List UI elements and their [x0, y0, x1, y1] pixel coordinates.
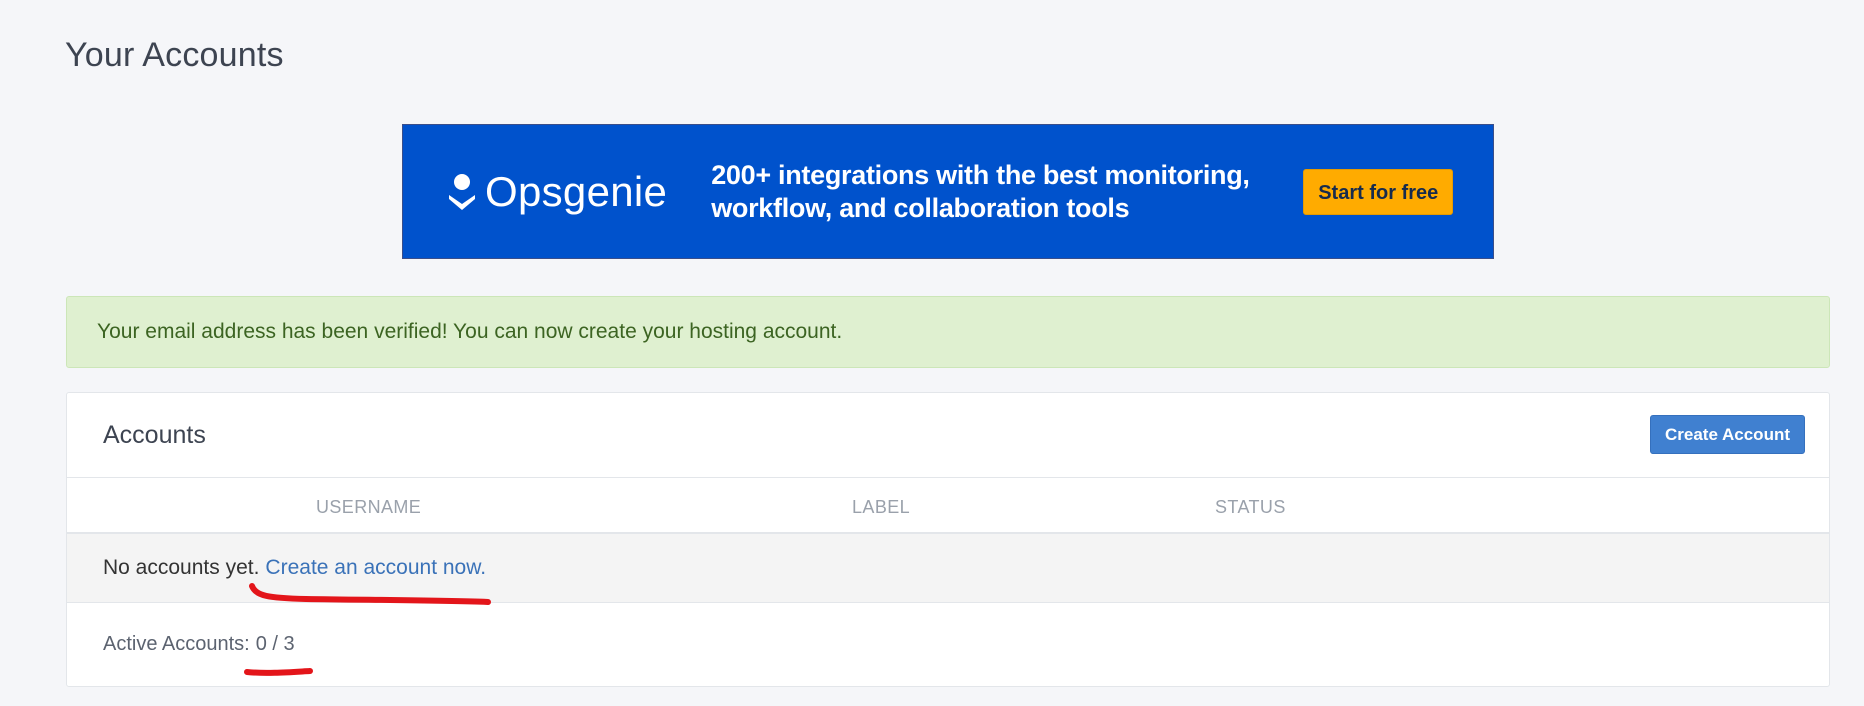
accounts-panel-header: Accounts Create Account: [67, 393, 1829, 478]
empty-accounts-text: No accounts yet.: [103, 556, 260, 579]
create-account-link[interactable]: Create an account now.: [265, 556, 486, 580]
column-header-label[interactable]: LABEL: [852, 497, 910, 518]
start-for-free-button[interactable]: Start for free: [1303, 168, 1454, 215]
opsgenie-icon: [449, 173, 475, 210]
active-accounts-label: Active Accounts:: [103, 632, 250, 655]
empty-accounts-row: No accounts yet. Create an account now.: [67, 534, 1829, 603]
ad-headline-line-2: workflow, and collaboration tools: [711, 192, 1130, 223]
ad-headline: 200+ integrations with the best monitori…: [711, 159, 1271, 225]
active-accounts-count: 0 / 3: [255, 632, 295, 655]
ad-banner[interactable]: Opsgenie 200+ integrations with the best…: [402, 124, 1494, 259]
column-header-status[interactable]: STATUS: [1215, 497, 1286, 518]
alert-message: Your email address has been verified! Yo…: [97, 320, 843, 343]
create-account-button[interactable]: Create Account: [1649, 415, 1805, 454]
email-verified-alert: Your email address has been verified! Yo…: [66, 296, 1830, 368]
opsgenie-logo: Opsgenie: [447, 168, 667, 216]
column-header-username[interactable]: USERNAME: [316, 497, 421, 518]
ad-brand-name: Opsgenie: [485, 167, 668, 215]
page-title: Your Accounts: [65, 36, 284, 74]
accounts-table-header: USERNAME LABEL STATUS: [67, 478, 1829, 534]
ad-headline-line-1: 200+ integrations with the best monitori…: [711, 159, 1250, 190]
accounts-panel-title: Accounts: [103, 421, 206, 449]
accounts-panel: Accounts Create Account USERNAME LABEL S…: [66, 392, 1830, 687]
active-accounts-row: Active Accounts: 0 / 3: [67, 603, 1829, 685]
